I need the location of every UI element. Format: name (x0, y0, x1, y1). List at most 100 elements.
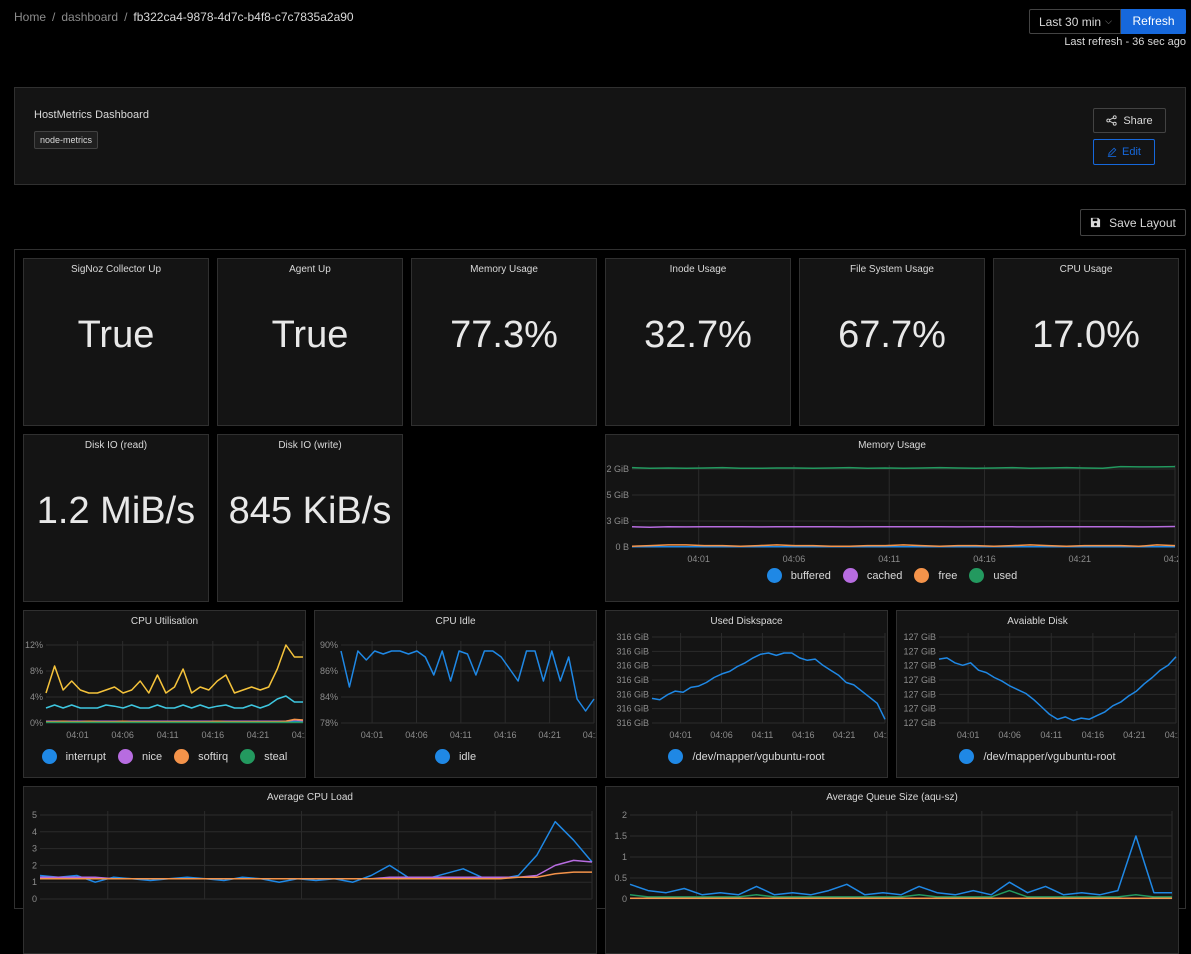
stat-panel[interactable]: Agent Up True (217, 258, 403, 426)
legend-dot (117, 749, 133, 764)
time-range-value: Last 30 min (1039, 15, 1102, 29)
refresh-button[interactable]: Refresh (1121, 9, 1186, 34)
legend-item[interactable]: nice (117, 749, 162, 764)
panel-title: Disk IO (write) (278, 440, 342, 451)
legend-dot (434, 749, 450, 764)
share-icon (1106, 115, 1117, 126)
x-tick-label: 04:01 (669, 730, 692, 740)
legend-label: used (993, 569, 1018, 582)
legend-label: free (938, 569, 958, 582)
legend-label: cached (866, 569, 903, 582)
panel-title: Disk IO (read) (84, 440, 148, 451)
breadcrumb-separator: / (124, 10, 128, 24)
series-line (651, 652, 886, 720)
y-tick-label: 316 GiB (616, 632, 649, 642)
stat-panel[interactable]: Disk IO (write) 845 KiB/s (217, 434, 403, 602)
legend-item[interactable]: cached (842, 568, 903, 583)
legend-item[interactable]: /dev/mapper/vgubuntu-root (959, 749, 1116, 764)
legend-item[interactable]: buffered (766, 568, 831, 583)
time-range-select[interactable]: Last 30 min ⌵ (1029, 9, 1121, 34)
breadcrumb-home[interactable]: Home (14, 10, 46, 24)
stat-value: 17.0% (1032, 314, 1140, 356)
edit-button[interactable]: Edit (1093, 139, 1155, 165)
chart-svg: 543210 (32, 810, 593, 904)
legend-label: interrupt (65, 750, 106, 763)
chart-legend: buffered cached free used (606, 568, 1178, 583)
y-tick-label: 127 GiB (903, 718, 936, 728)
series-line (39, 820, 593, 883)
chart-legend: idle (315, 749, 596, 764)
save-layout-button[interactable]: Save Layout (1080, 209, 1186, 236)
series-line (40, 859, 593, 880)
x-tick-label: 04:16 (1082, 730, 1105, 740)
cpu-idle-panel[interactable]: CPU Idle 90% 86% 84% 78% 04:01 04:06 04:11 04:1… (314, 610, 597, 778)
series-line (631, 465, 1176, 470)
legend-item[interactable]: softirq (174, 749, 228, 764)
y-tick-label: 0.5 (614, 873, 627, 883)
legend-item[interactable]: free (914, 568, 957, 583)
y-tick-label: 1 (622, 852, 627, 862)
panel-title: Memory Usage (470, 264, 538, 275)
y-tick-label: 316 GiB (616, 646, 649, 656)
x-tick-label: 04:16 (973, 554, 996, 564)
x-tick-label: 04:06 (710, 730, 733, 740)
y-tick-label: 127 GiB (903, 704, 936, 714)
legend-dot (959, 749, 975, 764)
y-tick-label: 12% (25, 640, 43, 650)
y-tick-label: 86% (320, 666, 338, 676)
y-tick-label: 316 GiB (616, 718, 649, 728)
stat-panel[interactable]: File System Usage 67.7% (799, 258, 985, 426)
legend-item[interactable]: steal (240, 749, 287, 764)
cpu-utilisation-panel[interactable]: CPU Utilisation 12% 8% 4% 0% 04:01 04:06 04:11… (23, 610, 306, 778)
legend-item[interactable]: used (969, 568, 1017, 583)
stat-value: True (77, 314, 155, 356)
breadcrumb: Home / dashboard / fb322ca4-9878-4d7c-b4… (14, 10, 354, 24)
stat-panel[interactable]: CPU Usage 17.0% (993, 258, 1179, 426)
dashboard-header: HostMetrics Dashboard node-metrics Share… (14, 87, 1186, 185)
legend-dot (41, 749, 57, 764)
x-tick-label: 04:21 (247, 730, 270, 740)
legend-dot (240, 749, 256, 764)
share-button[interactable]: Share (1093, 108, 1166, 133)
memory-usage-panel[interactable]: Memory Usage 11.2 GiB7.45 GiB3.73 GiB0 B… (605, 434, 1179, 602)
stat-value: 67.7% (838, 314, 946, 356)
panel-title: File System Usage (850, 264, 934, 275)
y-tick-label: 8% (30, 666, 43, 676)
y-tick-label: 316 GiB (616, 689, 649, 699)
x-tick-label: 04:11 (157, 730, 179, 740)
legend-dot (668, 749, 684, 764)
stat-value: 845 KiB/s (228, 490, 392, 532)
stat-value: 32.7% (644, 314, 752, 356)
panel-title: SigNoz Collector Up (70, 264, 162, 275)
legend-dot (969, 568, 985, 583)
stat-panel[interactable]: Inode Usage 32.7% (605, 258, 791, 426)
legend-item[interactable]: idle (434, 749, 476, 764)
stat-panel[interactable]: SigNoz Collector Up True (23, 258, 209, 426)
used-diskspace-panel[interactable]: Used Diskspace 316 GiB 316 GiB 316 GiB 316 … (605, 610, 888, 778)
y-tick-label: 316 GiB (616, 704, 649, 714)
x-tick-label: 04:21 (1068, 554, 1091, 564)
legend-item[interactable]: interrupt (41, 749, 106, 764)
average-queue-size-panel[interactable]: Average Queue Size (aqu-sz) 2 1.5 1 0.5 0 (605, 786, 1179, 954)
y-tick-label: 84% (320, 692, 338, 702)
available-disk-panel[interactable]: Avaiable Disk 127 GiB 127 GiB 127 GiB 127 G… (896, 610, 1179, 778)
breadcrumb-dashboard[interactable]: dashboard (61, 10, 118, 24)
legend-dot (842, 568, 858, 583)
x-tick-label: 04:01 (66, 730, 89, 740)
legend-label: /dev/mapper/vgubuntu-root (692, 750, 825, 763)
average-cpu-load-panel[interactable]: Average CPU Load 543210 (23, 786, 597, 954)
y-tick-label: 4% (30, 692, 43, 702)
x-tick-label: 04:01 (361, 730, 384, 740)
legend-label: softirq (198, 750, 229, 763)
series-line (629, 835, 1172, 896)
y-tick-label: 3 (32, 844, 37, 854)
x-tick-label: 04:26 (874, 730, 887, 740)
stat-panel[interactable]: Memory Usage 77.3% (411, 258, 597, 426)
stat-value: 77.3% (450, 314, 558, 356)
x-tick-label: 04:11 (450, 730, 472, 740)
edit-label: Edit (1122, 146, 1141, 158)
legend-item[interactable]: /dev/mapper/vgubuntu-root (668, 749, 825, 764)
stat-panel[interactable]: Disk IO (read) 1.2 MiB/s (23, 434, 209, 602)
series-line (938, 656, 1177, 722)
series-line (45, 695, 303, 709)
